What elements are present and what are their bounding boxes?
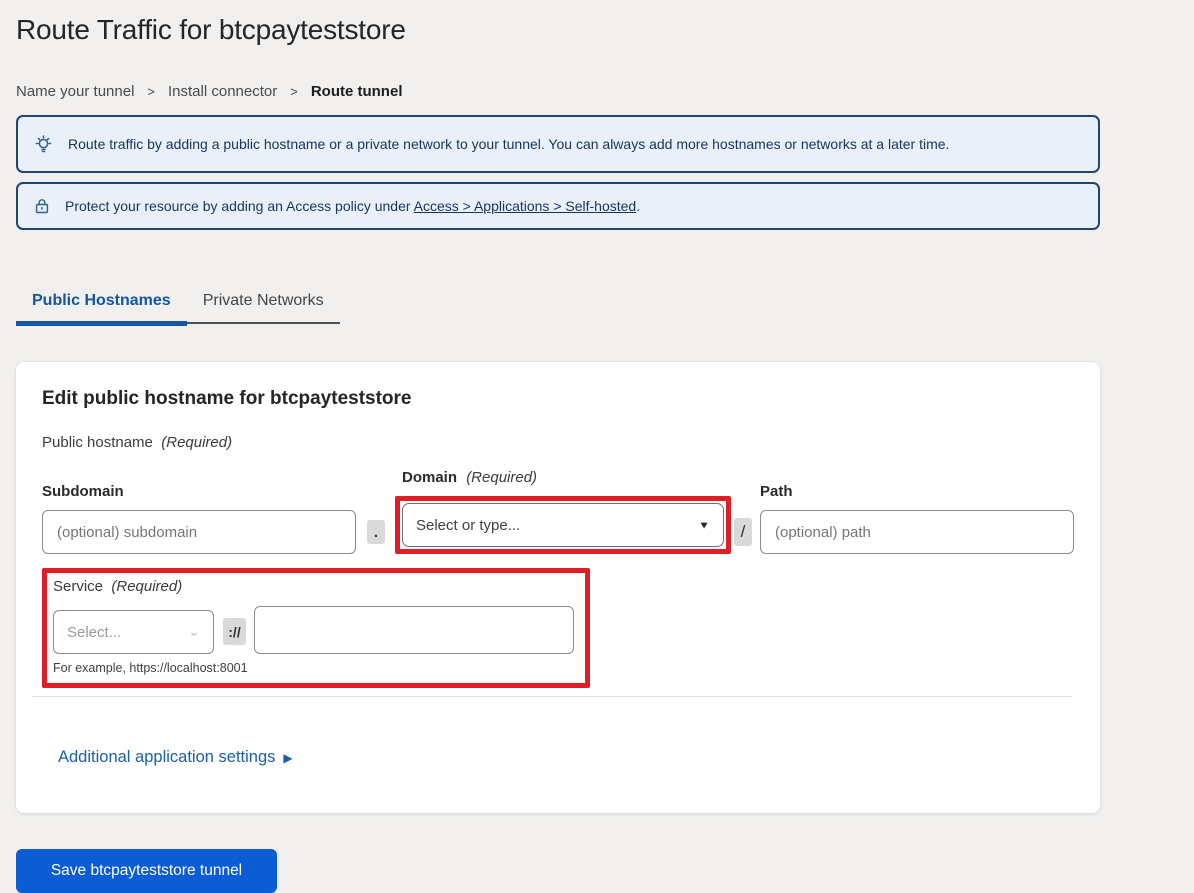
breadcrumb-step-route-tunnel: Route tunnel <box>311 83 403 100</box>
chevron-down-icon: ⌄ <box>188 626 200 638</box>
subdomain-field: Subdomain <box>42 483 356 554</box>
service-required: (Required) <box>111 578 182 595</box>
domain-label-text: Domain <box>402 469 457 486</box>
service-type-placeholder: Select... <box>67 624 188 641</box>
slash-separator: / <box>734 518 752 546</box>
path-input[interactable] <box>760 510 1074 554</box>
page-title: Route Traffic for btcpayteststore <box>16 0 1178 46</box>
hostname-network-tabs: Public Hostnames Private Networks <box>16 281 340 324</box>
card-title: Edit public hostname for btcpayteststore <box>42 388 1074 410</box>
subdomain-input[interactable] <box>42 510 356 554</box>
tab-public-hostnames[interactable]: Public Hostnames <box>16 281 187 326</box>
service-section-label: Service (Required) <box>53 576 575 595</box>
service-url-input[interactable] <box>254 606 574 654</box>
domain-label: Domain (Required) <box>395 469 731 486</box>
scheme-separator: :// <box>223 618 246 645</box>
domain-select[interactable]: Select or type... ▼ <box>402 503 724 547</box>
breadcrumb: Name your tunnel > Install connector > R… <box>16 83 1178 100</box>
lock-icon <box>32 196 52 216</box>
service-label-text: Service <box>53 578 103 595</box>
card-divider <box>32 696 1072 697</box>
access-banner-text: Protect your resource by adding an Acces… <box>65 198 640 214</box>
breadcrumb-separator: > <box>290 84 298 99</box>
breadcrumb-step-name-your-tunnel[interactable]: Name your tunnel <box>16 83 134 100</box>
info-banner-text: Route traffic by adding a public hostnam… <box>68 136 949 152</box>
info-banner: Route traffic by adding a public hostnam… <box>16 115 1100 173</box>
domain-select-placeholder: Select or type... <box>416 517 698 534</box>
access-policy-link[interactable]: Access > Applications > Self-hosted <box>414 198 637 214</box>
domain-required: (Required) <box>466 469 537 486</box>
access-banner-text-after: . <box>636 198 640 214</box>
access-banner: Protect your resource by adding an Acces… <box>16 182 1100 230</box>
additional-settings-label: Additional application settings <box>58 748 275 767</box>
lightbulb-icon <box>32 133 55 156</box>
access-banner-text-before: Protect your resource by adding an Acces… <box>65 198 414 214</box>
save-tunnel-button[interactable]: Save btcpayteststore tunnel <box>16 849 277 893</box>
subdomain-label: Subdomain <box>42 483 356 500</box>
public-hostname-required: (Required) <box>161 434 232 451</box>
service-fields-row: Select... ⌄ :// <box>53 606 575 654</box>
public-hostname-label-text: Public hostname <box>42 434 153 451</box>
service-highlight-box: Service (Required) Select... ⌄ :// For e… <box>42 568 590 688</box>
arrow-right-icon: ▶ <box>283 750 292 765</box>
path-field: Path <box>760 483 1074 554</box>
breadcrumb-step-install-connector[interactable]: Install connector <box>168 83 277 100</box>
tab-private-networks[interactable]: Private Networks <box>187 281 340 322</box>
public-hostname-section-label: Public hostname (Required) <box>42 434 1074 451</box>
route-traffic-page: Route Traffic for btcpayteststore Name y… <box>0 0 1194 893</box>
domain-field: Domain (Required) Select or type... ▼ <box>395 469 731 554</box>
additional-application-settings-toggle[interactable]: Additional application settings ▶ <box>58 748 293 767</box>
chevron-down-icon: ▼ <box>698 519 710 531</box>
path-label: Path <box>760 483 1074 500</box>
service-type-select[interactable]: Select... ⌄ <box>53 610 214 654</box>
domain-highlight-box: Select or type... ▼ <box>395 496 731 554</box>
breadcrumb-separator: > <box>147 84 155 99</box>
hostname-fields-row: Subdomain . Domain (Required) Select or … <box>42 469 1074 554</box>
edit-public-hostname-card: Edit public hostname for btcpayteststore… <box>16 362 1100 813</box>
dot-separator: . <box>367 520 385 544</box>
service-example-hint: For example, https://localhost:8001 <box>53 661 575 675</box>
